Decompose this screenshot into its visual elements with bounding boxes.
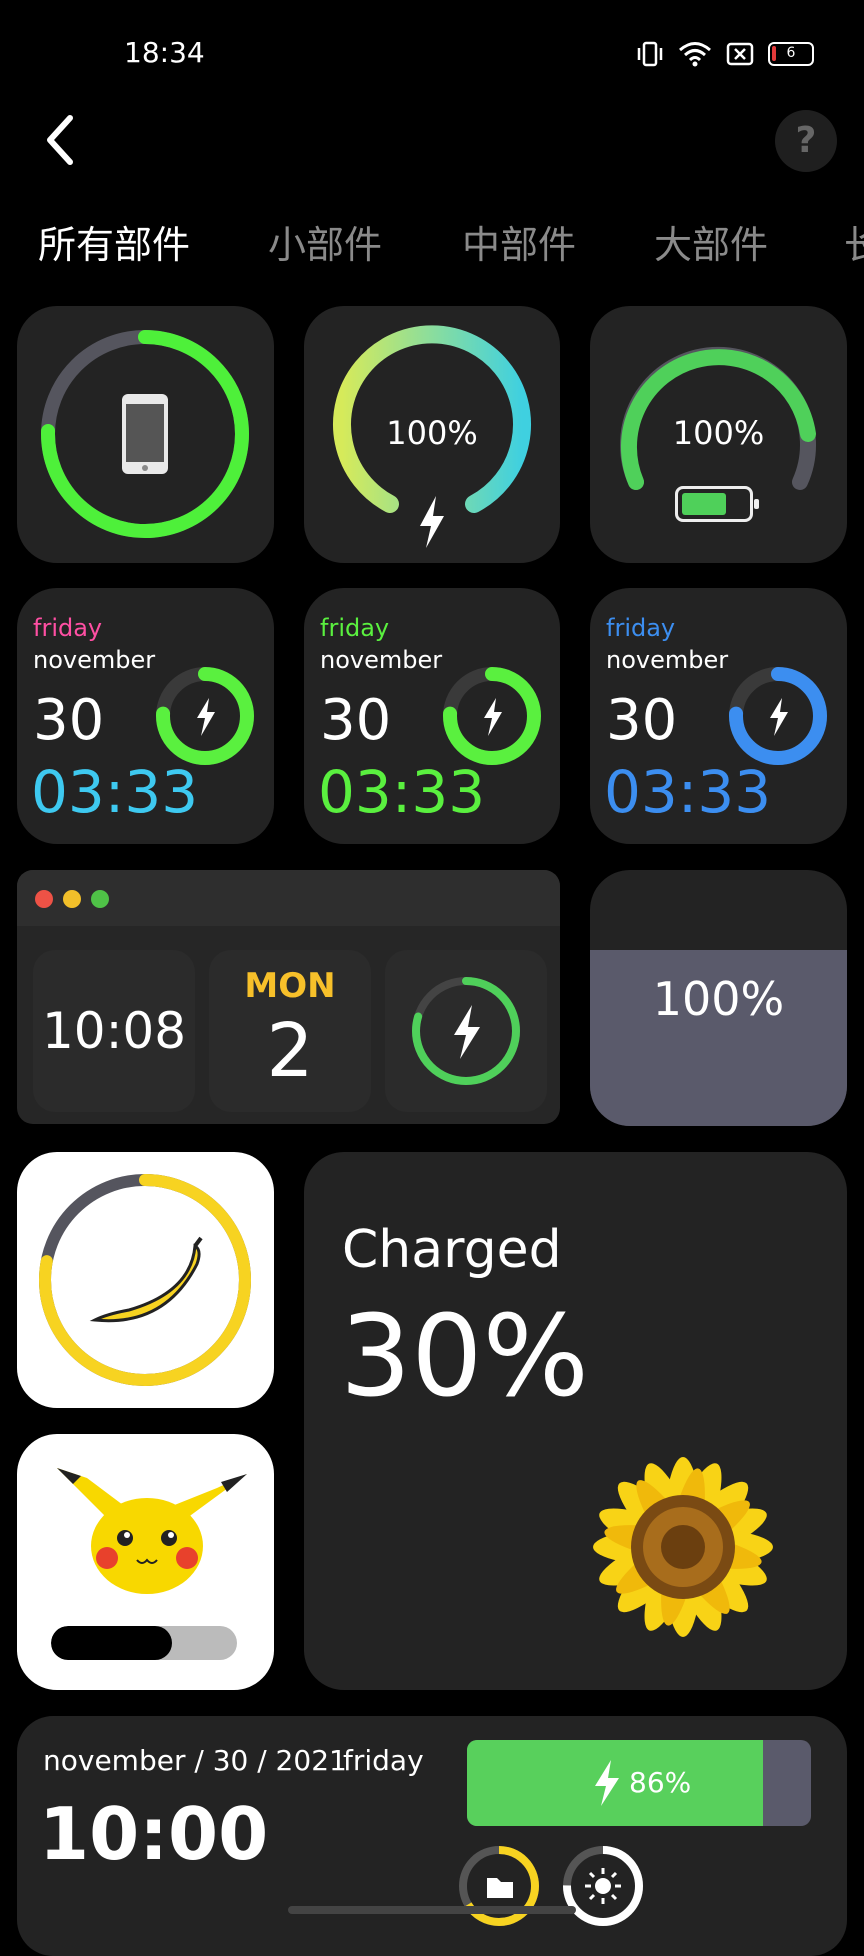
widget-gradient-ring[interactable]: 100% (304, 306, 560, 563)
battery-bar: 86% (467, 1740, 811, 1826)
battery-level-text: 6 (786, 45, 796, 61)
charge-ring-icon (443, 667, 541, 765)
widget-window[interactable]: 10:08 MON 2 (17, 870, 560, 1124)
widget-date-3[interactable]: friday november 30 03:33 (590, 588, 847, 844)
month-label: november (606, 646, 729, 674)
charge-ring-icon (412, 977, 520, 1085)
full-date: november / 30 / 2021 (43, 1744, 347, 1777)
month-label: november (320, 646, 443, 674)
pikachu-progress-fill (51, 1626, 172, 1660)
tile-weekday: MON (244, 966, 336, 1006)
tab-small[interactable]: 小部件 (268, 214, 382, 269)
banana-ring (39, 1174, 251, 1386)
status-bar: 18:34 6 (0, 0, 864, 100)
tab-long[interactable]: 长 (844, 214, 864, 269)
percent-text: 100% (672, 414, 765, 452)
tab-all[interactable]: 所有部件 (38, 214, 190, 269)
wifi-icon (679, 42, 711, 67)
back-button[interactable] (40, 112, 84, 168)
clock-time: 03:33 (318, 758, 486, 826)
date-number: 30 (606, 688, 678, 753)
weekday-label: friday (606, 614, 676, 642)
tile-day: 2 (266, 1008, 314, 1094)
clock-time: 03:33 (31, 758, 199, 826)
phone-icon (122, 394, 168, 474)
widget-date-1[interactable]: friday november 30 03:33 (17, 588, 274, 844)
tile-time: 10:08 (41, 1002, 187, 1060)
widget-banana[interactable] (17, 1152, 274, 1408)
bolt-icon (595, 1760, 619, 1806)
fill-percent: 100% (652, 972, 785, 1026)
date-number: 30 (33, 688, 105, 753)
minimize-dot (63, 890, 81, 908)
widget-phone-ring[interactable] (17, 306, 274, 563)
status-time: 18:34 (124, 36, 205, 69)
charge-ring-icon (156, 667, 254, 765)
charged-label: Charged (342, 1220, 562, 1280)
month-label: november (33, 646, 156, 674)
widget-charged[interactable]: Charged 30% (304, 1152, 847, 1690)
clock-time: 03:33 (604, 758, 772, 826)
charge-ring-icon (729, 667, 827, 765)
widget-pikachu[interactable] (17, 1434, 274, 1690)
vibrate-icon (637, 41, 663, 67)
window-titlebar (17, 870, 560, 926)
storage-ring-icon (459, 1846, 539, 1926)
widget-fill-level[interactable]: 100% (590, 870, 847, 1126)
charge-tile (385, 950, 547, 1112)
date-tile: MON 2 (209, 950, 371, 1112)
maximize-dot (91, 890, 109, 908)
pikachu-image (57, 1468, 247, 1594)
battery-icon (675, 486, 759, 522)
date-number: 30 (320, 688, 392, 753)
banana-icon (89, 1236, 203, 1323)
bolt-icon (420, 496, 444, 548)
tab-medium[interactable]: 中部件 (462, 214, 576, 269)
status-icons: 6 (636, 40, 814, 68)
battery-icon: 6 (768, 42, 814, 66)
percent-text: 100% (386, 414, 478, 452)
bottom-time: 10:00 (39, 1792, 269, 1876)
weekday-label: friday (320, 614, 390, 642)
battery-bar-percent: 86% (629, 1766, 692, 1799)
category-tabs: 所有部件 小部件 中部件 大部件 长 (0, 214, 864, 274)
close-dot (35, 890, 53, 908)
widget-battery-ring[interactable]: 100% (590, 306, 847, 563)
charged-percent: 30% (340, 1292, 589, 1422)
weekday-label: friday (33, 614, 103, 642)
no-sim-icon (726, 42, 754, 66)
home-indicator[interactable] (288, 1906, 576, 1914)
widget-date-2[interactable]: friday november 30 03:33 (304, 588, 560, 844)
widget-bottom-info[interactable]: november / 30 / 2021 friday 10:00 86% (17, 1716, 847, 1956)
bottom-weekday: friday (343, 1744, 424, 1777)
pikachu-progress-track (51, 1626, 237, 1660)
brightness-ring-icon (563, 1846, 643, 1926)
help-button[interactable]: ? (775, 110, 837, 172)
tab-large[interactable]: 大部件 (654, 214, 768, 269)
question-icon: ? (795, 120, 817, 161)
chevron-left-icon (47, 115, 73, 165)
time-tile: 10:08 (33, 950, 195, 1112)
sunflower-image (593, 1457, 773, 1637)
